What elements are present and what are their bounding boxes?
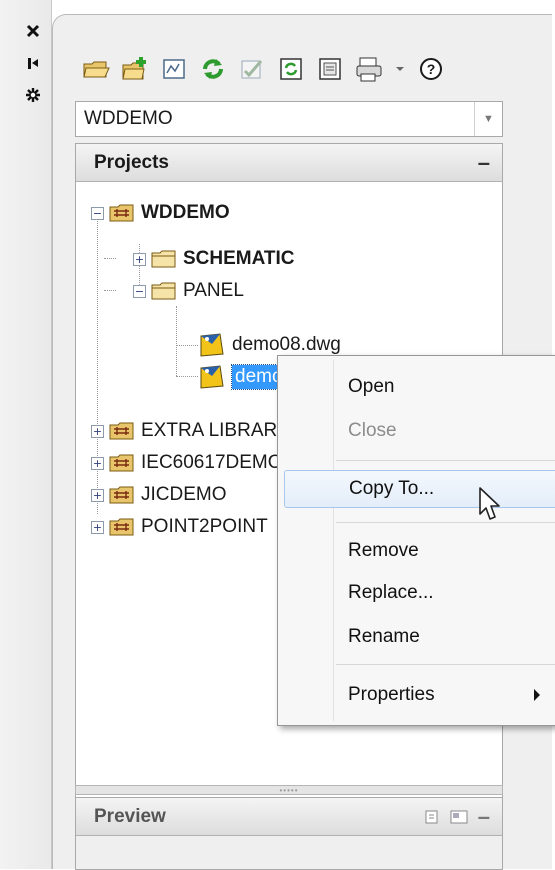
- help-icon[interactable]: ?: [414, 52, 448, 86]
- expand-toggle-icon[interactable]: +: [133, 252, 146, 266]
- tree-node-label: JICDEMO: [141, 484, 227, 505]
- chevron-down-icon[interactable]: ▼: [474, 102, 502, 136]
- menu-separator: [336, 460, 555, 461]
- close-icon[interactable]: [22, 20, 44, 42]
- projects-collapse-button[interactable]: –: [478, 151, 490, 174]
- tree-node-wddemo[interactable]: − WDDEMO: [91, 198, 230, 228]
- preview-section: Preview –: [75, 797, 503, 870]
- tree-node-label: PANEL: [183, 280, 244, 301]
- collapse-toggle-icon[interactable]: −: [91, 206, 104, 220]
- expand-toggle-icon[interactable]: +: [91, 488, 104, 502]
- tree-node-panel[interactable]: − PANEL: [133, 276, 244, 306]
- menu-item-copy-to[interactable]: Copy To...: [284, 470, 555, 508]
- project-selector-value: WDDEMO: [84, 108, 173, 129]
- refresh-icon[interactable]: [196, 52, 230, 86]
- list-view-icon[interactable]: [424, 809, 440, 825]
- preview-header[interactable]: Preview –: [76, 798, 502, 836]
- tree-node-point2point[interactable]: + POINT2POINT: [91, 512, 268, 542]
- context-menu: Open Close Copy To... Remove Replace... …: [277, 355, 555, 726]
- dropdown-arrow-icon[interactable]: [391, 52, 409, 86]
- menu-item-remove[interactable]: Remove: [284, 532, 555, 570]
- expand-toggle-icon[interactable]: +: [91, 520, 104, 534]
- project-selector[interactable]: WDDEMO ▼: [75, 101, 503, 137]
- project-properties-icon[interactable]: [313, 52, 347, 86]
- tree-node-label: IEC60617DEMO: [141, 452, 283, 473]
- tree-node-label: POINT2POINT: [141, 516, 268, 537]
- thumbnail-view-icon[interactable]: [450, 809, 468, 825]
- plot-publish-icon[interactable]: [352, 52, 386, 86]
- tree-node-jicdemo[interactable]: + JICDEMO: [91, 480, 227, 510]
- project-toolbar: ?: [79, 49, 529, 89]
- tree-node-schematic[interactable]: + SCHEMATIC: [133, 244, 295, 274]
- properties-icon[interactable]: [22, 84, 44, 106]
- menu-item-replace[interactable]: Replace...: [284, 574, 555, 612]
- menu-item-close[interactable]: Close: [284, 412, 555, 450]
- menu-separator: [336, 664, 555, 665]
- autohide-icon[interactable]: [22, 52, 44, 74]
- project-icon: [109, 422, 134, 440]
- menu-item-open[interactable]: Open: [284, 368, 555, 406]
- new-drawing-icon[interactable]: [157, 52, 191, 86]
- tree-node-label: SCHEMATIC: [183, 248, 295, 269]
- tree-node-iec60617demo[interactable]: + IEC60617DEMO: [91, 448, 283, 478]
- project-task-list-icon[interactable]: [274, 52, 308, 86]
- submenu-arrow-icon: [534, 689, 540, 701]
- projects-title: Projects: [94, 151, 169, 173]
- palette-title-strip: [0, 0, 52, 869]
- expand-toggle-icon[interactable]: +: [91, 424, 104, 438]
- project-icon: [109, 518, 134, 536]
- projects-header[interactable]: Projects –: [76, 144, 502, 182]
- update-retag-icon[interactable]: [235, 52, 269, 86]
- mouse-cursor-icon: [479, 487, 500, 520]
- panel-splitter[interactable]: •••••: [75, 785, 503, 795]
- new-project-icon[interactable]: [118, 52, 152, 86]
- project-icon: [109, 454, 134, 472]
- menu-item-rename[interactable]: Rename: [284, 618, 555, 656]
- preview-collapse-button[interactable]: –: [478, 805, 490, 828]
- menu-item-label: Properties: [348, 684, 435, 705]
- menu-separator: [336, 522, 555, 523]
- expand-toggle-icon[interactable]: +: [91, 456, 104, 470]
- tree-node-label: WDDEMO: [141, 202, 230, 223]
- tree-node-label: demo08.dwg: [232, 334, 341, 355]
- svg-text:?: ?: [427, 61, 436, 77]
- collapse-toggle-icon[interactable]: −: [133, 284, 146, 298]
- project-icon: [109, 486, 134, 504]
- drawing-file-icon: [200, 333, 224, 357]
- preview-title: Preview: [94, 805, 166, 827]
- menu-item-properties[interactable]: Properties: [284, 676, 555, 714]
- folder-icon: [151, 250, 176, 268]
- open-project-icon[interactable]: [79, 52, 113, 86]
- project-icon: [109, 204, 134, 222]
- folder-icon: [151, 282, 176, 300]
- drawing-file-icon: [200, 365, 224, 389]
